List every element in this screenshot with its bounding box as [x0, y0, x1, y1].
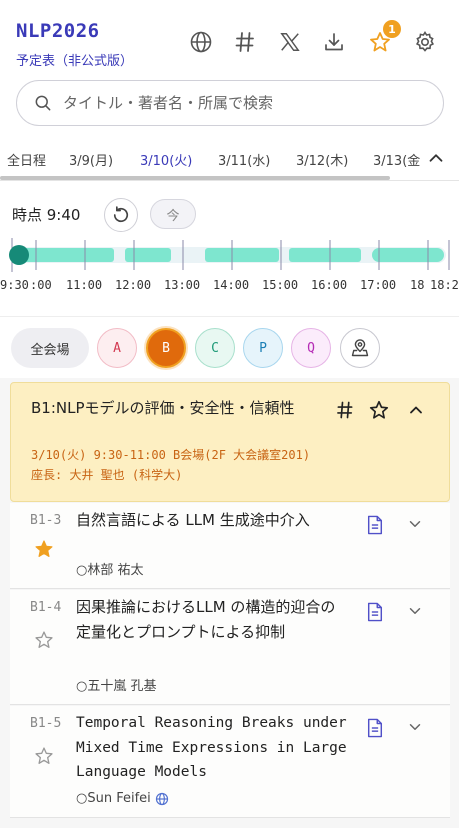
- star-outline-icon[interactable]: [34, 630, 54, 650]
- date-tabs: 全日程 3/9(月) 3/10(火) 3/11(水) 3/12(木) 3/13(…: [0, 140, 459, 180]
- app-header: NLP2026 予定表（非公式版） 1: [0, 0, 459, 78]
- x-logo-icon[interactable]: [276, 28, 304, 56]
- chevron-down-icon[interactable]: [406, 718, 424, 736]
- gear-icon[interactable]: [411, 28, 439, 56]
- session-meta: 3/10(火) 9:30-11:00 B会場(2F 大会議室201) 座長: 大…: [31, 445, 310, 485]
- tab-day-3-13[interactable]: 3/13(金: [373, 150, 420, 169]
- star-icon[interactable]: 1: [366, 20, 401, 56]
- tick-label: 11:00: [66, 278, 103, 292]
- session-title: B1:NLPモデルの評価・安全性・信頼性: [31, 399, 295, 417]
- divider: [0, 180, 459, 181]
- session-card[interactable]: B1:NLPモデルの評価・安全性・信頼性 3/10(火) 9:30-11:00 …: [10, 382, 450, 502]
- document-icon[interactable]: [366, 515, 384, 535]
- paper-title[interactable]: 自然言語による LLM 生成途中介入: [76, 508, 348, 533]
- document-icon[interactable]: [366, 602, 384, 622]
- session-time-venue: 3/10(火) 9:30-11:00 B会場(2F 大会議室201): [31, 448, 311, 462]
- star-outline-icon[interactable]: [34, 746, 54, 766]
- app-subtitle: 予定表（非公式版）: [16, 54, 134, 69]
- divider: [0, 316, 459, 317]
- tab-day-3-10[interactable]: 3/10(火): [140, 150, 192, 169]
- location-pin-icon: [351, 339, 369, 357]
- tick-label: 18:2: [430, 278, 459, 292]
- star-filled-icon[interactable]: [34, 539, 54, 559]
- chevron-down-icon[interactable]: [406, 515, 424, 533]
- timeline-block: [372, 248, 444, 262]
- tick-label: 13:00: [164, 278, 201, 292]
- timeline-block: [289, 248, 361, 262]
- chevron-up-icon[interactable]: [425, 147, 447, 169]
- tick-label: 16:00: [311, 278, 348, 292]
- tab-day-3-11[interactable]: 3/11(水): [218, 150, 270, 169]
- paper-id: B1-4: [30, 600, 62, 615]
- paper-authors: ○五十嵐 孔基: [76, 679, 157, 694]
- paper-item[interactable]: B1-3 自然言語による LLM 生成途中介入 ○林部 祐太: [10, 503, 450, 589]
- tab-day-3-12[interactable]: 3/12(木): [296, 150, 348, 169]
- session-star-icon[interactable]: [368, 399, 390, 421]
- tick-label: 18: [410, 278, 425, 292]
- search-bar[interactable]: [16, 80, 444, 126]
- paper-title[interactable]: Temporal Reasoning Breaks under Mixed Ti…: [76, 711, 348, 785]
- paper-authors: ○Sun Feifei: [76, 791, 169, 806]
- globe-icon: [155, 792, 168, 805]
- venue-filter-p[interactable]: P: [243, 328, 283, 368]
- paper-item[interactable]: B1-4 因果推論におけるLLM の構造的迎合の定量化とプロンプトによる抑制 ○…: [10, 590, 450, 705]
- venue-filter-b[interactable]: B: [146, 328, 186, 368]
- timeline-block: [125, 248, 171, 262]
- paper-authors: ○林部 祐太: [76, 563, 144, 578]
- tick-label: 14:00: [213, 278, 250, 292]
- timeline-block: [205, 248, 279, 262]
- tick-label: 15:00: [262, 278, 299, 292]
- venue-filter-q[interactable]: Q: [291, 328, 331, 368]
- venue-filter-all[interactable]: 全会場: [11, 328, 89, 368]
- paper-item[interactable]: B1-5 Temporal Reasoning Breaks under Mix…: [10, 706, 450, 818]
- tick-label: :00: [30, 278, 52, 292]
- paper-title[interactable]: 因果推論におけるLLM の構造的迎合の定量化とプロンプトによる抑制: [76, 595, 348, 644]
- tab-day-3-9[interactable]: 3/9(月): [69, 150, 113, 169]
- session-hash-icon[interactable]: [334, 399, 356, 421]
- chevron-up-icon[interactable]: [405, 399, 427, 421]
- timeline-handle[interactable]: [9, 245, 29, 265]
- globe-icon[interactable]: [187, 28, 215, 56]
- now-button[interactable]: 今: [150, 199, 196, 229]
- app-title[interactable]: NLP2026: [16, 20, 100, 42]
- venue-filter-c[interactable]: C: [195, 328, 235, 368]
- location-button[interactable]: [340, 328, 380, 368]
- paper-id: B1-3: [30, 513, 62, 528]
- tick-label: 17:00: [360, 278, 397, 292]
- chevron-down-icon[interactable]: [406, 602, 424, 620]
- rotate-ccw-icon: [113, 206, 129, 223]
- current-time-label: 時点 9:40: [12, 206, 81, 224]
- reset-time-button[interactable]: [104, 198, 138, 232]
- paper-id: B1-5: [30, 716, 62, 731]
- tick-label: 9:30: [0, 278, 29, 292]
- search-icon: [35, 95, 51, 111]
- session-chair: 座長: 大井 聖也 (科学大): [31, 468, 183, 482]
- time-slider[interactable]: [0, 236, 459, 276]
- tick-label: 12:00: [115, 278, 152, 292]
- search-input[interactable]: [63, 94, 423, 112]
- download-icon[interactable]: [320, 28, 348, 56]
- favorites-badge: 1: [383, 20, 401, 38]
- venue-filter-a[interactable]: A: [97, 328, 137, 368]
- hash-icon[interactable]: [231, 28, 259, 56]
- tab-all-days[interactable]: 全日程: [7, 150, 46, 169]
- document-icon[interactable]: [366, 718, 384, 738]
